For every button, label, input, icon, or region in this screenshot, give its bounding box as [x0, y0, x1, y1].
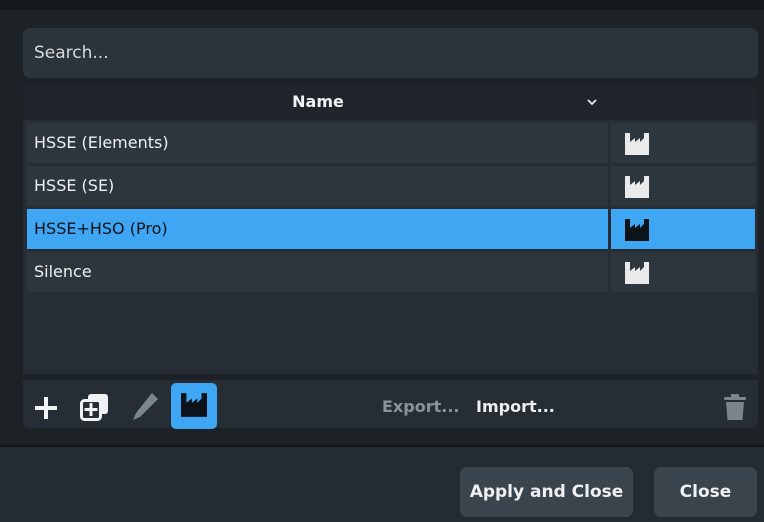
factory-icon [625, 219, 649, 241]
name-column-header[interactable]: Name [23, 84, 613, 120]
search-input[interactable] [23, 28, 758, 78]
list-header[interactable]: Name [23, 84, 758, 120]
preset-list: Name HSSE (Elements) HSSE (SE) HSSE+HSO … [23, 84, 758, 374]
dialog-footer [0, 447, 764, 522]
chevron-down-icon[interactable] [586, 96, 598, 108]
factory-icon [181, 393, 207, 417]
import-button[interactable]: Import... [476, 392, 555, 422]
row-type-cell [611, 209, 755, 249]
row-type-cell [611, 123, 755, 163]
duplicate-icon[interactable] [80, 393, 110, 421]
row-name[interactable]: Silence [27, 252, 608, 292]
row-name[interactable]: HSSE (SE) [27, 166, 608, 206]
table-row[interactable]: HSSE (SE) [27, 166, 755, 206]
plus-icon[interactable] [34, 396, 58, 420]
trash-icon[interactable] [724, 394, 746, 420]
table-row-selected[interactable]: HSSE+HSO (Pro) [27, 209, 755, 249]
row-name[interactable]: HSSE+HSO (Pro) [27, 209, 608, 249]
row-type-cell [611, 252, 755, 292]
apply-and-close-button[interactable]: Apply and Close [460, 467, 633, 517]
row-type-cell [611, 166, 755, 206]
title-strip [0, 0, 764, 10]
table-row[interactable]: HSSE (Elements) [27, 123, 755, 163]
factory-icon [625, 176, 649, 198]
factory-icon [625, 133, 649, 155]
table-row[interactable]: Silence [27, 252, 755, 292]
pencil-icon[interactable] [130, 391, 160, 423]
row-name[interactable]: HSSE (Elements) [27, 123, 608, 163]
close-button[interactable]: Close [654, 467, 757, 517]
export-button[interactable]: Export... [382, 392, 459, 422]
factory-button[interactable] [171, 383, 217, 429]
factory-icon [625, 262, 649, 284]
